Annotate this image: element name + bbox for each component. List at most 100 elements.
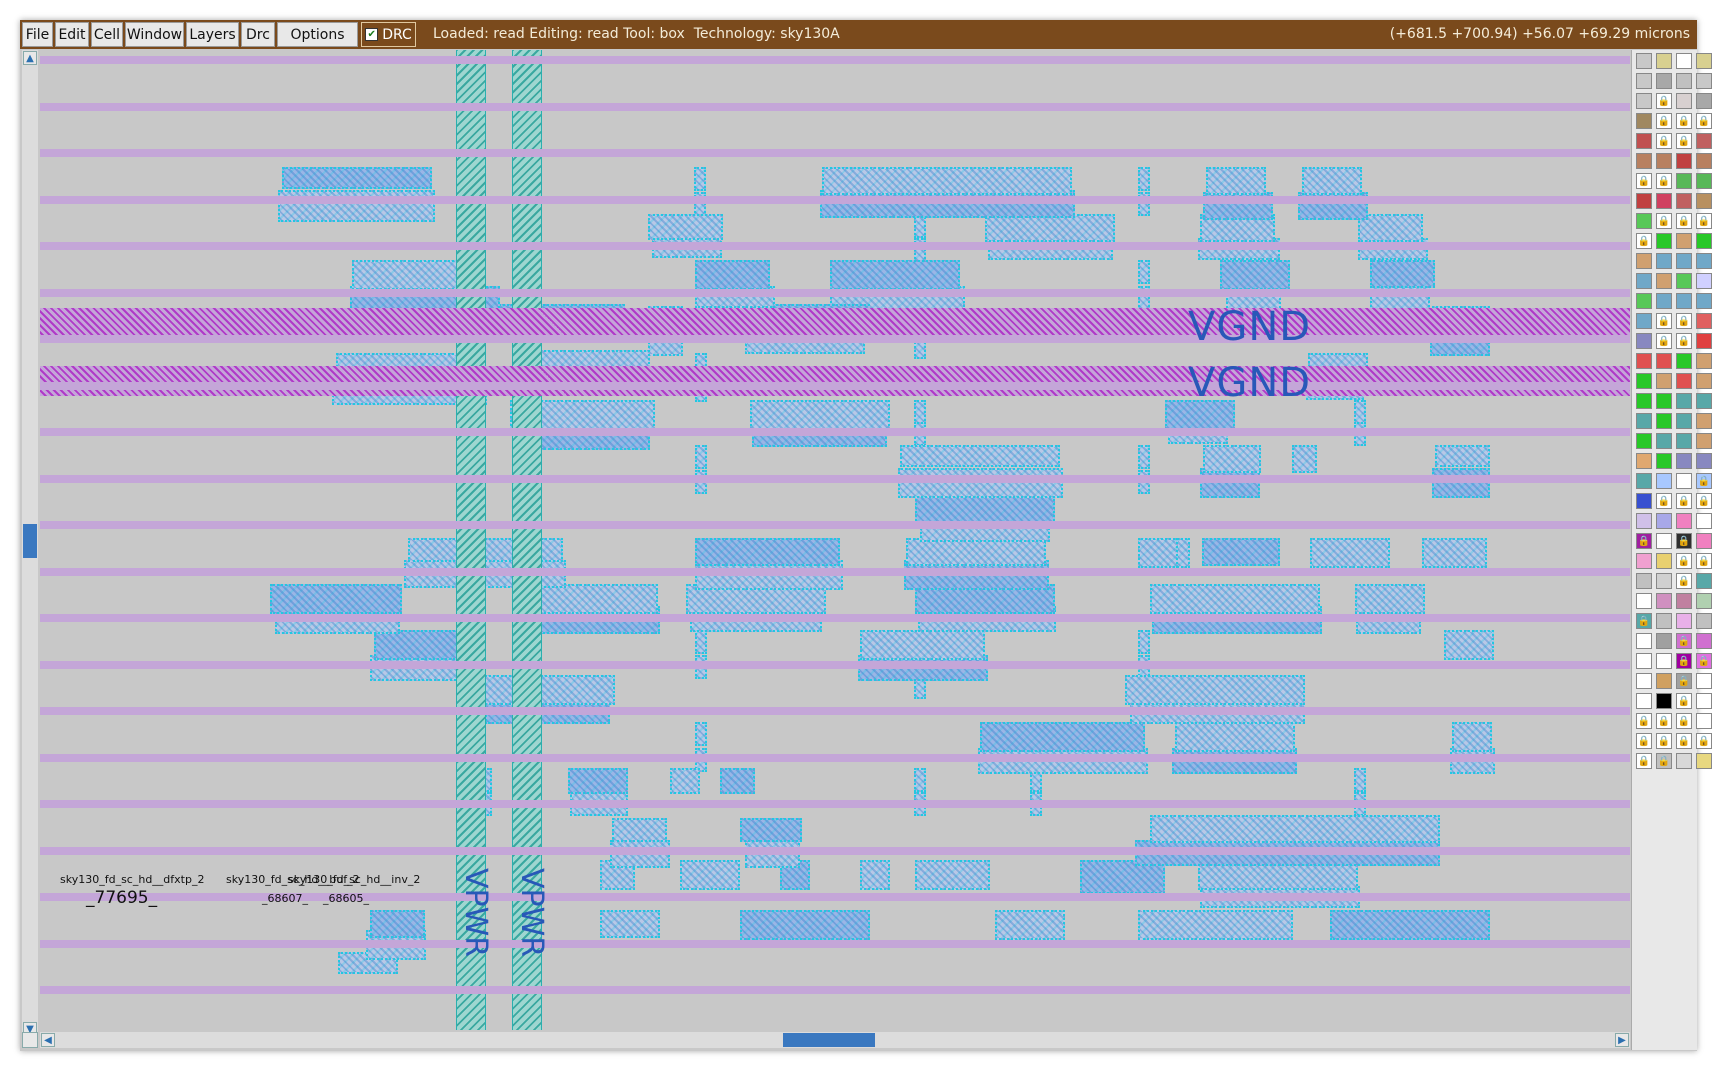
layer-swatch[interactable] <box>1636 573 1652 589</box>
horizontal-scroll-thumb[interactable] <box>783 1033 875 1047</box>
layer-swatch[interactable] <box>1656 193 1672 209</box>
layer-swatch[interactable] <box>1636 633 1652 649</box>
layer-swatch[interactable] <box>1696 173 1712 189</box>
lock-icon[interactable]: 🔒 <box>1636 753 1652 769</box>
layer-swatch[interactable] <box>1636 53 1652 69</box>
lock-icon[interactable]: 🔒 <box>1676 333 1692 349</box>
layer-swatch[interactable] <box>1696 393 1712 409</box>
lock-icon[interactable]: 🔒 <box>1676 673 1692 689</box>
layer-swatch[interactable] <box>1656 693 1672 709</box>
lock-icon[interactable]: 🔒 <box>1656 93 1672 109</box>
layer-swatch[interactable] <box>1676 253 1692 269</box>
scroll-up-arrow-icon[interactable]: ▲ <box>23 51 37 65</box>
layer-swatch[interactable] <box>1636 73 1652 89</box>
layer-swatch[interactable] <box>1676 613 1692 629</box>
layer-swatch[interactable] <box>1636 473 1652 489</box>
menu-file[interactable]: File <box>22 22 53 47</box>
layer-swatch[interactable] <box>1696 753 1712 769</box>
layer-swatch[interactable] <box>1696 53 1712 69</box>
lock-icon[interactable]: 🔒 <box>1636 173 1652 189</box>
layer-swatch[interactable] <box>1636 213 1652 229</box>
lock-icon[interactable]: 🔒 <box>1676 113 1692 129</box>
lock-icon[interactable]: 🔒 <box>1656 733 1672 749</box>
layout-canvas[interactable]: VGND VGND VPWR VPWR sky130_fd_sc_hd__dfx… <box>40 50 1630 1030</box>
layer-swatch[interactable] <box>1696 73 1712 89</box>
lock-icon[interactable]: 🔒 <box>1676 633 1692 649</box>
layer-swatch[interactable] <box>1656 233 1672 249</box>
layer-swatch[interactable] <box>1636 433 1652 449</box>
layer-swatch[interactable] <box>1656 273 1672 289</box>
layer-swatch[interactable] <box>1696 133 1712 149</box>
lock-icon[interactable]: 🔒 <box>1676 313 1692 329</box>
layer-swatch[interactable] <box>1656 373 1672 389</box>
drc-toggle[interactable]: ✔ DRC <box>361 22 416 47</box>
lock-icon[interactable]: 🔒 <box>1636 713 1652 729</box>
layer-swatch[interactable] <box>1696 713 1712 729</box>
layer-swatch[interactable] <box>1656 453 1672 469</box>
layer-swatch[interactable] <box>1636 593 1652 609</box>
vertical-scrollbar[interactable]: ▲ ▼ <box>22 50 38 1037</box>
layer-swatch[interactable] <box>1636 93 1652 109</box>
lock-icon[interactable]: 🔒 <box>1656 213 1672 229</box>
layer-swatch[interactable] <box>1656 553 1672 569</box>
layer-swatch[interactable] <box>1636 373 1652 389</box>
layer-swatch[interactable] <box>1676 593 1692 609</box>
lock-icon[interactable]: 🔒 <box>1656 113 1672 129</box>
layer-swatch[interactable] <box>1696 253 1712 269</box>
lock-icon[interactable]: 🔒 <box>1696 493 1712 509</box>
layer-swatch[interactable] <box>1696 153 1712 169</box>
menu-options[interactable]: Options <box>277 22 358 47</box>
lock-icon[interactable]: 🔒 <box>1676 493 1692 509</box>
layer-swatch[interactable] <box>1636 393 1652 409</box>
lock-icon[interactable]: 🔒 <box>1656 133 1672 149</box>
layer-swatch[interactable] <box>1636 453 1652 469</box>
layer-swatch[interactable] <box>1636 253 1652 269</box>
lock-icon[interactable]: 🔒 <box>1676 553 1692 569</box>
lock-icon[interactable]: 🔒 <box>1656 753 1672 769</box>
layer-swatch[interactable] <box>1676 753 1692 769</box>
layer-swatch[interactable] <box>1676 193 1692 209</box>
lock-icon[interactable]: 🔒 <box>1696 213 1712 229</box>
lock-icon[interactable]: 🔒 <box>1696 113 1712 129</box>
menu-layers[interactable]: Layers <box>186 22 239 47</box>
layer-swatch[interactable] <box>1676 433 1692 449</box>
layer-swatch[interactable] <box>1696 633 1712 649</box>
lock-icon[interactable]: 🔒 <box>1676 573 1692 589</box>
layer-swatch[interactable] <box>1696 533 1712 549</box>
lock-icon[interactable]: 🔒 <box>1676 533 1692 549</box>
lock-icon[interactable]: 🔒 <box>1696 653 1712 669</box>
layer-swatch[interactable] <box>1696 313 1712 329</box>
layer-swatch[interactable] <box>1676 73 1692 89</box>
layer-swatch[interactable] <box>1656 53 1672 69</box>
menu-edit[interactable]: Edit <box>55 22 89 47</box>
layer-swatch[interactable] <box>1676 153 1692 169</box>
layer-swatch[interactable] <box>1656 533 1672 549</box>
layer-swatch[interactable] <box>1696 693 1712 709</box>
layer-swatch[interactable] <box>1696 593 1712 609</box>
layer-swatch[interactable] <box>1636 353 1652 369</box>
layer-swatch[interactable] <box>1656 473 1672 489</box>
lock-icon[interactable]: 🔒 <box>1656 173 1672 189</box>
layer-swatch[interactable] <box>1696 293 1712 309</box>
lock-icon[interactable]: 🔒 <box>1676 713 1692 729</box>
lock-icon[interactable]: 🔒 <box>1656 313 1672 329</box>
layer-swatch[interactable] <box>1696 413 1712 429</box>
layer-swatch[interactable] <box>1656 673 1672 689</box>
layer-swatch[interactable] <box>1636 693 1652 709</box>
layer-swatch[interactable] <box>1656 73 1672 89</box>
layer-swatch[interactable] <box>1696 273 1712 289</box>
lock-icon[interactable]: 🔒 <box>1676 213 1692 229</box>
layer-swatch[interactable] <box>1656 613 1672 629</box>
layer-swatch[interactable] <box>1656 353 1672 369</box>
layer-swatch[interactable] <box>1636 293 1652 309</box>
menu-window[interactable]: Window <box>125 22 184 47</box>
layer-swatch[interactable] <box>1636 413 1652 429</box>
lock-icon[interactable]: 🔒 <box>1676 653 1692 669</box>
layer-swatch[interactable] <box>1676 373 1692 389</box>
scroll-left-arrow-icon[interactable]: ◀ <box>41 1033 55 1047</box>
layer-swatch[interactable] <box>1636 113 1652 129</box>
layer-swatch[interactable] <box>1636 333 1652 349</box>
scroll-corner-button[interactable] <box>22 1032 38 1048</box>
lock-icon[interactable]: 🔒 <box>1696 473 1712 489</box>
layer-swatch[interactable] <box>1676 173 1692 189</box>
